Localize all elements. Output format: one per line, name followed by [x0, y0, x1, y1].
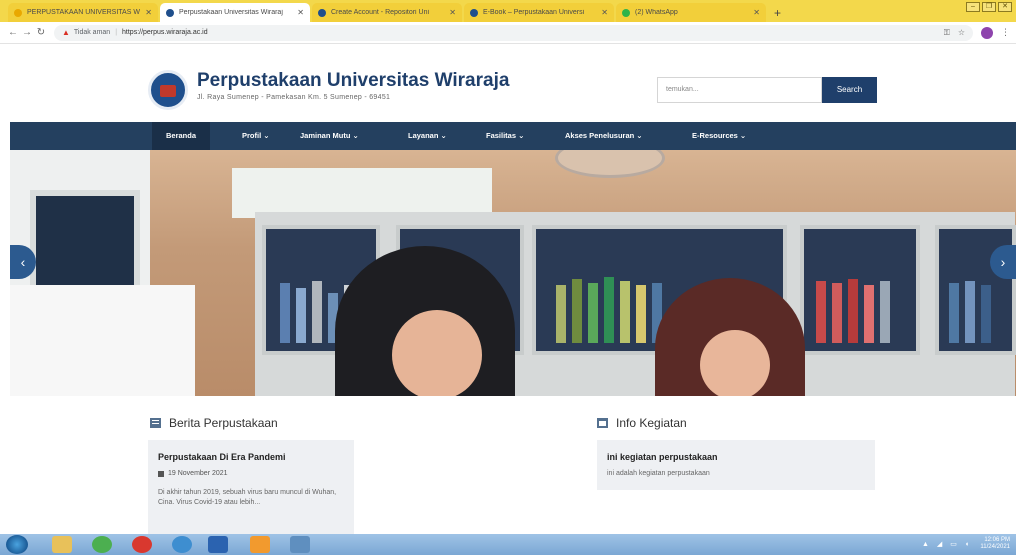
library-favicon-icon: [14, 8, 22, 17]
nav-item-layanan[interactable]: Layanan ⌄: [408, 122, 447, 150]
minimize-button[interactable]: –: [966, 2, 980, 12]
close-icon[interactable]: ✕: [753, 8, 760, 17]
event-card[interactable]: ini kegiatan perpustakaan ini adalah keg…: [597, 440, 875, 490]
menu-icon[interactable]: ⋮: [1001, 27, 1010, 38]
reload-icon[interactable]: ↻: [34, 27, 48, 38]
tab-title: PERPUSTAKAAN UNIVERSITAS W: [27, 9, 140, 16]
back-icon[interactable]: ←: [6, 27, 20, 38]
word-icon[interactable]: [208, 536, 228, 553]
university-favicon-icon: [318, 8, 326, 17]
forward-icon[interactable]: →: [20, 27, 34, 38]
slider-next-button[interactable]: ›: [990, 245, 1016, 279]
university-favicon-icon: [166, 8, 174, 17]
opera-icon[interactable]: [132, 536, 152, 553]
search-input[interactable]: temukan...: [657, 77, 822, 103]
tab-title: Perpustakaan Universitas Wiraraj: [179, 9, 283, 16]
close-icon[interactable]: ✕: [145, 8, 152, 17]
hero-slider: [10, 150, 1016, 396]
maximize-button[interactable]: ❐: [982, 2, 996, 12]
clock-date: 11/24/2021: [980, 544, 1010, 550]
url-field[interactable]: ▲ Tidak aman | https://perpus.wiraraja.a…: [53, 24, 974, 41]
tab-title: E-Book – Perpustakaan Universi: [483, 9, 585, 16]
events-heading-text: Info Kegiatan: [616, 416, 687, 430]
shelf-cube: [800, 225, 920, 355]
tab-title: Create Account - Repositori Uni: [331, 9, 430, 16]
events-section-heading: Info Kegiatan: [597, 416, 687, 430]
chrome-app-icon[interactable]: [172, 536, 192, 553]
nav-item-e-resources[interactable]: E-Resources ⌄: [692, 122, 746, 150]
nav-item-jaminan-mutu[interactable]: Jaminan Mutu ⌄: [300, 122, 359, 150]
close-icon[interactable]: ✕: [601, 8, 608, 17]
address-bar-actions: ⚿ ☆: [944, 28, 965, 38]
close-icon[interactable]: ✕: [449, 8, 456, 17]
new-tab-button[interactable]: +: [768, 6, 787, 22]
news-title[interactable]: Perpustakaan Di Era Pandemi: [158, 452, 286, 462]
nav-item-beranda[interactable]: Beranda: [152, 122, 211, 150]
taskbar: ▲ ◢ ▭ ◖ 12:06 PM 11/24/2021: [0, 534, 1016, 555]
student-face: [392, 310, 482, 396]
student-face: [700, 330, 770, 396]
news-excerpt: Di akhir tahun 2019, sebuah virus baru m…: [158, 489, 337, 506]
site-title[interactable]: Perpustakaan Universitas Wiraraja: [197, 70, 509, 92]
news-card[interactable]: Perpustakaan Di Era Pandemi 19 November …: [148, 440, 354, 534]
paint-icon[interactable]: [250, 536, 270, 553]
address-bar: ← → ↻ ▲ Tidak aman | https://perpus.wira…: [0, 22, 1016, 44]
event-excerpt: ini adalah kegiatan perpustakaan: [607, 470, 710, 477]
main-navigation: Beranda Profil ⌄ Jaminan Mutu ⌄ Layanan …: [10, 122, 1016, 150]
close-icon[interactable]: ✕: [297, 8, 304, 17]
system-tray-icons[interactable]: ▲ ◢ ▭ ◖: [922, 540, 972, 548]
photos-icon[interactable]: [290, 536, 310, 553]
news-date-text: 19 November 2021: [168, 470, 228, 477]
nav-item-profil[interactable]: Profil ⌄: [242, 122, 270, 150]
table-surface: [10, 285, 195, 396]
nav-item-akses-penelusuran[interactable]: Akses Penelusuran ⌄: [565, 122, 643, 150]
browser-tab[interactable]: Create Account - Repositori Uni ✕: [312, 3, 462, 22]
start-button-icon[interactable]: [6, 535, 28, 554]
whatsapp-favicon-icon: [622, 8, 630, 17]
browser-tab[interactable]: PERPUSTAKAAN UNIVERSITAS W ✕: [8, 3, 158, 22]
university-favicon-icon: [470, 8, 478, 17]
university-logo-icon[interactable]: [148, 70, 188, 110]
browser-tab[interactable]: (2) WhatsApp ✕: [616, 3, 766, 22]
search-button[interactable]: Search: [822, 77, 877, 103]
url-text: https://perpus.wiraraja.ac.id: [122, 29, 208, 36]
window: [232, 168, 492, 218]
profile-avatar[interactable]: [981, 26, 993, 39]
security-label: Tidak aman: [73, 29, 111, 36]
news-heading-text: Berita Perpustakaan: [169, 416, 278, 430]
chrome-icon[interactable]: [92, 536, 112, 553]
newspaper-icon: [150, 418, 161, 428]
separator: |: [115, 29, 118, 36]
browser-tab[interactable]: E-Book – Perpustakaan Universi ✕: [464, 3, 614, 22]
close-window-button[interactable]: ✕: [998, 2, 1012, 12]
nav-item-fasilitas[interactable]: Fasilitas ⌄: [486, 122, 524, 150]
browser-tab-active[interactable]: Perpustakaan Universitas Wiraraj ✕: [160, 3, 310, 22]
bookmark-star-icon[interactable]: ☆: [958, 28, 965, 37]
event-title[interactable]: ini kegiatan perpustakaan: [607, 452, 718, 462]
file-explorer-icon[interactable]: [52, 536, 72, 553]
key-icon[interactable]: ⚿: [944, 28, 950, 38]
warning-icon: ▲: [61, 28, 70, 37]
site-address: Jl. Raya Sumenep - Pamekasan Km. 5 Sumen…: [197, 94, 391, 101]
news-date: 19 November 2021: [158, 470, 228, 477]
calendar-icon: [597, 418, 608, 428]
news-section-heading: Berita Perpustakaan: [150, 416, 278, 430]
window-controls: – ❐ ✕: [966, 2, 1012, 12]
clock-time: 12:06 PM: [984, 537, 1010, 543]
clock[interactable]: 12:06 PM 11/24/2021: [980, 537, 1010, 551]
tab-title: (2) WhatsApp: [635, 9, 678, 16]
calendar-icon: [158, 470, 164, 477]
browser-tab-strip: PERPUSTAKAAN UNIVERSITAS W ✕ Perpustakaa…: [0, 0, 1016, 22]
